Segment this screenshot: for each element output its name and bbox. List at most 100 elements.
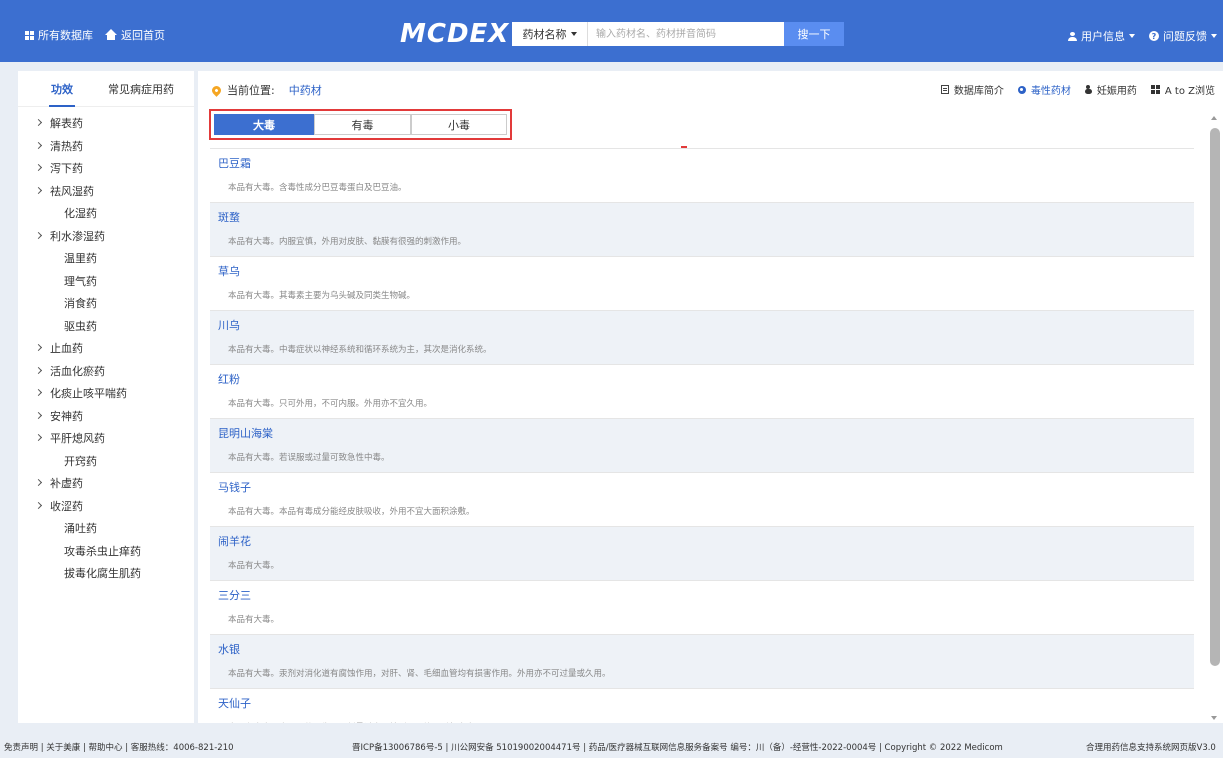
herb-name-link[interactable]: 昆明山海棠: [218, 425, 1186, 443]
sidebar-item-label: 补虚药: [50, 477, 83, 491]
footer-links[interactable]: 免责声明 | 关于美康 | 帮助中心 | 客服热线：4006-821-210: [4, 741, 234, 753]
chevron-right-icon: [34, 118, 43, 127]
user-info-menu[interactable]: 用户信息: [1068, 28, 1135, 44]
chevron-right-icon: [34, 501, 43, 509]
sidebar-item[interactable]: 化痰止咳平喘药: [18, 382, 194, 405]
scroll-up-icon[interactable]: [1211, 116, 1217, 120]
sidebar-item[interactable]: 化湿药: [18, 202, 194, 225]
tab-toxic[interactable]: 有毒: [314, 114, 411, 135]
pregnancy-drugs-label: 妊娠用药: [1096, 86, 1137, 97]
scrollbar[interactable]: [1208, 114, 1222, 724]
sidebar-item[interactable]: 驱虫药: [18, 315, 194, 338]
sidebar-item-label: 活血化瘀药: [50, 364, 105, 378]
scrollbar-thumb[interactable]: [1210, 128, 1220, 666]
toxic-icon: [1017, 85, 1026, 94]
sidebar-category-list: 解表药 清热药 泻下药 祛风湿药化湿药利水渗湿药温里药理气药 消食药驱虫药止血药活血化瘀…: [18, 107, 194, 585]
chevron-right-icon: [34, 163, 43, 172]
chevron-right-icon: [34, 388, 43, 397]
chevron-down-icon: [1211, 34, 1217, 38]
sidebar-item[interactable]: 泻下药: [18, 157, 194, 180]
herb-name-link[interactable]: 斑蝥: [218, 209, 1186, 227]
search-button[interactable]: 搜一下: [784, 22, 844, 46]
sidebar-item[interactable]: 解表药: [18, 112, 194, 135]
herb-name-link[interactable]: 巴豆霜: [218, 155, 1186, 173]
sidebar-item-label: 驱虫药: [64, 319, 97, 333]
herb-name-link[interactable]: 草乌: [218, 263, 1186, 281]
sidebar-tabs: 功效 常见病症用药: [18, 71, 194, 107]
herb-description: 本品有大毒。若误服或过量可致急性中毒。: [228, 453, 390, 463]
herb-list: 巴豆霜 本品有大毒。含毒性成分巴豆毒蛋白及巴豆油。斑蝥本品有大毒。内服宜慎，外用对…: [210, 148, 1194, 723]
search-type-select[interactable]: 药材名称: [512, 22, 588, 46]
top-links: 数据库简介 毒性药材 妊娠用药 A to Z浏览: [940, 82, 1215, 97]
tab-efficacy[interactable]: 功效: [49, 81, 75, 107]
herb-name-link[interactable]: 川乌: [218, 317, 1186, 335]
document-icon: [940, 85, 949, 94]
sidebar-item[interactable]: 安神药: [18, 405, 194, 428]
herb-name-link[interactable]: 红粉: [218, 371, 1186, 389]
sidebar-item[interactable]: 利水渗湿药: [18, 225, 194, 248]
herb-name-link[interactable]: 天仙子: [218, 695, 1186, 713]
a-to-z-icon: [1150, 85, 1160, 94]
header-right-nav: 用户信息 ? 问题反馈: [1068, 28, 1217, 44]
sidebar-item[interactable]: 祛风湿药: [18, 180, 194, 203]
sidebar-item-label: 拔毒化腐生肌药: [64, 567, 141, 581]
sidebar-item-label: 化湿药: [64, 207, 97, 221]
feedback-menu[interactable]: ? 问题反馈: [1149, 28, 1217, 44]
breadcrumb-current[interactable]: 中药材: [289, 82, 322, 98]
herb-name-link[interactable]: 马钱子: [218, 479, 1186, 497]
chevron-right-icon: [34, 433, 43, 442]
breadcrumb-label: 当前位置:: [227, 84, 275, 97]
sidebar-item-label: 温里药: [64, 252, 97, 266]
sidebar-item[interactable]: 攻毒杀虫止痒药: [18, 540, 194, 563]
list-item: 斑蝥本品有大毒。内服宜慎，外用对皮肤、黏膜有很强的刺激作用。: [210, 203, 1194, 257]
herb-name-link[interactable]: 三分三: [218, 587, 1186, 605]
back-home-link[interactable]: 返回首页: [105, 27, 165, 43]
pregnancy-drugs-link[interactable]: 妊娠用药: [1084, 82, 1137, 97]
sidebar-item[interactable]: 补虚药: [18, 472, 194, 495]
list-item: 巴豆霜 本品有大毒。含毒性成分巴豆毒蛋白及巴豆油。: [210, 149, 1194, 203]
tab-severe-toxicity[interactable]: 大毒: [214, 114, 314, 135]
breadcrumb: 当前位置: 中药材: [210, 82, 322, 98]
list-item: 昆明山海棠本品有大毒。若误服或过量可致急性中毒。: [210, 419, 1194, 473]
a-to-z-link[interactable]: A to Z浏览: [1150, 82, 1215, 97]
user-icon: [1068, 31, 1077, 41]
herb-name-link[interactable]: 水银: [218, 641, 1186, 659]
herb-name-link[interactable]: 闹羊花: [218, 533, 1186, 551]
header-left-nav: 所有数据库 返回首页: [25, 27, 165, 43]
sidebar-item[interactable]: 开窍药: [18, 450, 194, 473]
footer-license: 晋ICP备13006786号-5 | 川公网安备 51019002004471号…: [352, 743, 1003, 753]
chevron-right-icon: [34, 411, 43, 419]
sidebar-item[interactable]: 消食药: [18, 292, 194, 315]
footer: 免责声明 | 关于美康 | 帮助中心 | 客服热线：4006-821-210 晋…: [0, 736, 1223, 758]
toxic-herbs-link[interactable]: 毒性药材: [1017, 82, 1071, 97]
tab-mild-toxicity[interactable]: 小毒: [411, 114, 507, 135]
herb-description: 本品有大毒。内服宜慎，外用对皮肤、黏膜有很强的刺激作用。: [228, 237, 467, 247]
search-type-label: 药材名称: [522, 28, 567, 41]
sidebar-item-label: 安神药: [50, 409, 83, 423]
herb-description: 本品有大毒。: [228, 561, 280, 571]
search-input[interactable]: [588, 22, 784, 46]
sidebar-item[interactable]: 活血化瘀药: [18, 360, 194, 383]
sidebar-item[interactable]: 止血药: [18, 337, 194, 360]
chevron-down-icon: [1129, 34, 1135, 38]
sidebar-item[interactable]: 收涩药: [18, 495, 194, 518]
list-item: 三分三 本品有大毒。: [210, 581, 1194, 635]
sidebar-item[interactable]: 平肝熄风药: [18, 427, 194, 450]
list-item: 草乌本品有大毒。其毒素主要为乌头碱及同类生物碱。: [210, 257, 1194, 311]
sidebar-item[interactable]: 拔毒化腐生肌药: [18, 562, 194, 585]
herb-description: 本品有大毒。只可外用，不可内服。外用亦不宜久用。: [228, 399, 433, 409]
mcdex-logo[interactable]: MCDEX: [400, 19, 509, 49]
herb-description: 本品有大毒。其毒素主要为乌头碱及同类生物碱。: [228, 291, 416, 301]
list-item: 天仙子本品有大毒。内服天仙子生品，剂量过大，特别服用均可引起中毒。: [210, 689, 1194, 723]
all-databases-link[interactable]: 所有数据库: [25, 27, 93, 43]
toxic-herbs-label: 毒性药材: [1030, 86, 1071, 97]
chevron-right-icon: [34, 478, 43, 487]
database-intro-link[interactable]: 数据库简介: [940, 82, 1004, 97]
tab-common-diseases[interactable]: 常见病症用药: [108, 81, 174, 97]
sidebar-item[interactable]: 清热药: [18, 135, 194, 158]
list-item: 闹羊花本品有大毒。: [210, 527, 1194, 581]
sidebar-item[interactable]: 涌吐药: [18, 517, 194, 540]
sidebar-item[interactable]: 温里药: [18, 247, 194, 270]
scroll-down-icon[interactable]: [1211, 716, 1217, 720]
sidebar-item[interactable]: 理气药: [18, 270, 194, 293]
